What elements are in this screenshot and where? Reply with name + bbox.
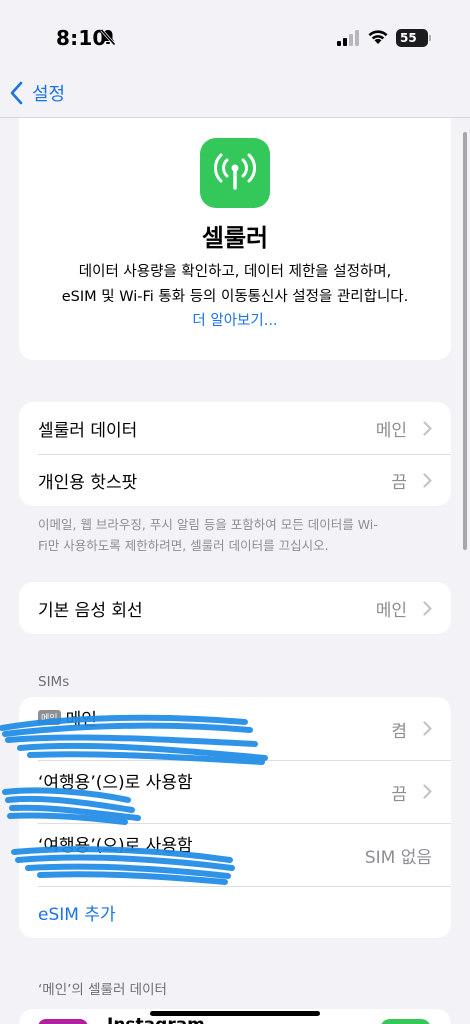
app-usage-header: ‘메인’의 셀룰러 데이터 <box>38 982 167 998</box>
data-settings-group: 셀룰러 데이터 메인 개인용 핫스팟 끔 <box>19 402 451 506</box>
battery-cap <box>429 35 431 41</box>
footnote-line: 이메일, 웹 브라우징, 푸시 알림 등을 포함하여 모든 데이터를 Wi- <box>38 517 378 532</box>
footnote-line: Fi만 사용하도록 제한하려면, 셀룰러 데이터를 끄십시오. <box>38 538 329 553</box>
status-bar: 8:10 55 <box>0 0 470 72</box>
row-label: 셀룰러 데이터 <box>38 420 138 441</box>
back-label: 설정 <box>32 84 66 105</box>
signal-icon <box>337 30 359 46</box>
nav-bar: 설정 <box>0 72 470 118</box>
row-label: 개인용 핫스팟 <box>38 472 138 493</box>
cellular-info-card: 셀룰러 데이터 사용량을 확인하고, 데이터 제한을 설정하며, eSIM 및 … <box>19 118 451 360</box>
sim-status: SIM 없음 <box>364 848 432 868</box>
chevron-right-icon <box>423 721 432 736</box>
home-indicator <box>150 1011 320 1016</box>
sims-header: SIMs <box>38 674 70 690</box>
sim-row-travel-nosim: ‘여행용’(으)로 사용함 SIM 없음 <box>19 823 451 886</box>
learn-more-link[interactable]: 더 알아보기... <box>19 309 451 330</box>
battery-icon: 55 <box>396 29 428 47</box>
sim-status: 끔 <box>391 785 407 805</box>
sim-status: 켬 <box>391 722 407 742</box>
sim-badge: 메인 <box>38 710 61 725</box>
add-esim-button[interactable]: eSIM 추가 <box>19 886 451 938</box>
back-button[interactable]: 설정 <box>10 80 65 106</box>
sim-row-main[interactable]: 메인 메인 켬 <box>19 697 451 760</box>
data-footnote: 이메일, 웹 브라우징, 푸시 알림 등을 포함하여 모든 데이터를 Wi- F… <box>38 514 438 556</box>
chevron-right-icon <box>423 473 432 488</box>
personal-hotspot-row[interactable]: 개인용 핫스팟 끔 <box>19 454 451 506</box>
description-line: 데이터 사용량을 확인하고, 데이터 제한을 설정하며, <box>78 264 392 280</box>
sims-group: 메인 메인 켬 ‘여행용’(으)로 사용함 끔 ‘여행용’(으)로 사용함 SI… <box>19 697 451 938</box>
chevron-right-icon <box>423 784 432 799</box>
antenna-icon <box>200 138 270 208</box>
battery-level: 55 <box>400 31 417 45</box>
chevron-right-icon <box>423 601 432 616</box>
sim-label: ‘여행용’(으)로 사용함 <box>38 836 193 856</box>
row-value: 메인 <box>375 420 407 441</box>
row-label: 기본 음성 회선 <box>38 600 143 621</box>
app-name: Instagram <box>107 1015 205 1024</box>
scrollbar[interactable] <box>463 132 467 550</box>
chevron-right-icon <box>423 421 432 436</box>
row-value: 메인 <box>375 600 407 621</box>
chevron-left-icon <box>10 81 23 105</box>
app-data-toggle[interactable] <box>380 1019 431 1024</box>
sim-label: 메인 <box>65 710 97 730</box>
sim-title: ‘여행용’(으)로 사용함 <box>38 768 193 793</box>
sim-title: 메인 메인 <box>38 705 97 730</box>
description-line: eSIM 및 Wi-Fi 통화 등의 이동통신사 설정을 관리합니다. <box>61 289 409 305</box>
row-value: 끔 <box>391 472 407 493</box>
instagram-app-icon <box>38 1019 88 1024</box>
page-description: 데이터 사용량을 확인하고, 데이터 제한을 설정하며, eSIM 및 Wi-F… <box>27 260 443 310</box>
sim-row-travel[interactable]: ‘여행용’(으)로 사용함 끔 <box>19 760 451 823</box>
page-title: 셀룰러 <box>201 224 269 252</box>
bell-slash-icon <box>100 28 116 46</box>
default-voice-line-row[interactable]: 기본 음성 회선 메인 <box>19 582 451 634</box>
cellular-data-row[interactable]: 셀룰러 데이터 메인 <box>19 402 451 454</box>
sim-label: ‘여행용’(으)로 사용함 <box>38 773 193 793</box>
sim-title: ‘여행용’(으)로 사용함 <box>38 831 193 856</box>
voice-line-group: 기본 음성 회선 메인 <box>19 582 451 634</box>
wifi-icon <box>368 30 388 44</box>
